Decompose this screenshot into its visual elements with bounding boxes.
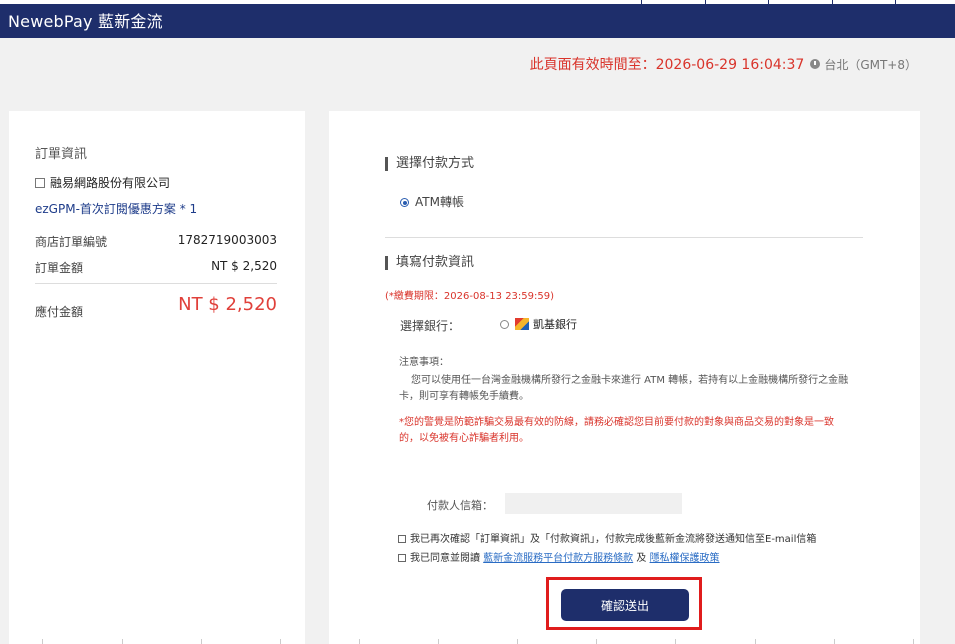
payment-method-title: 選擇付款方式 [385,157,474,171]
terms-link[interactable]: 藍新金流服務平台付款方服務條款 [483,553,633,564]
clock-icon [810,59,821,69]
payer-email-label: 付款人信箱： [427,499,493,512]
divider [35,283,277,284]
bottom-edge [0,639,955,644]
notes-title: 注意事項： [399,357,449,368]
confirm-info-checkbox[interactable] [398,535,406,543]
bank-option-kgi[interactable]: 凱基銀行 [500,316,577,332]
session-timer: 此頁面有效時間至：2026-06-29 16:04:37 台北（GMT+8） [530,54,917,74]
order-number-label: 商店訂單編號 [35,235,108,249]
radio-selected[interactable] [400,198,409,207]
order-number-value: 1782719003003 [177,233,277,247]
order-info-panel: 訂單資訊 融易網路股份有限公司 ezGPM-首次訂閱優惠方案 * 1 商店訂單編… [9,111,305,644]
agree-terms-checkbox-row[interactable]: 我已同意並閱讀 藍新金流服務平台付款方服務條款 及 隱私權保護政策 [398,549,720,564]
radio-unselected[interactable] [500,320,509,329]
payment-info-title: 填寫付款資訊 [385,256,474,270]
bank-select-label: 選擇銀行： [400,319,461,333]
payer-email-input[interactable] [505,493,682,514]
order-amount-label: 訂單金額 [35,261,84,275]
confirm-info-checkbox-row[interactable]: 我已再次確認「訂單資訊」及「付款資訊」，付款完成後藍新金流將發送通知信至E-ma… [398,530,816,545]
notes-line-1: 您可以使用任一台灣金融機構所發行之金融卡來進行 ATM 轉帳，若持有以上金融機構… [411,375,849,386]
notes-line-2: 卡，則可享有轉帳免手續費。 [399,391,529,402]
kgi-bank-logo-icon [515,318,529,330]
timezone-label: 台北（GMT+8） [824,58,917,72]
agree-terms-checkbox[interactable] [398,554,406,562]
total-amount-value: NT $ 2,520 [178,294,277,315]
submit-button[interactable]: 確認送出 [561,589,689,621]
divider [385,237,863,238]
total-amount-label: 應付金額 [35,305,84,319]
atm-transfer-option[interactable]: ATM轉帳 [400,193,464,210]
order-amount-value: NT $ 2,520 [211,259,277,273]
product-name: ezGPM-首次訂閱優惠方案 * 1 [35,202,198,216]
timer-text: 此頁面有效時間至：2026-06-29 16:04:37 [529,57,805,73]
top-navbar: NewebPay 藍新金流 [0,0,955,38]
payment-panel: 選擇付款方式 ATM轉帳 填寫付款資訊 (*繳費期限：2026-08-13 23… [329,111,920,644]
merchant-name: 融易網路股份有限公司 [35,174,170,191]
store-icon [35,178,45,188]
fraud-warning: *您的警覺是防範詐騙交易最有效的防線，請務必確認您目前要付款的對象與商品交易的對… [399,417,834,444]
privacy-link[interactable]: 隱私權保護政策 [650,553,720,564]
payment-deadline: (*繳費期限：2026-08-13 23:59:59) [385,291,555,302]
newebpay-logo[interactable]: NewebPay 藍新金流 [8,8,163,32]
order-info-title: 訂單資訊 [35,147,88,162]
topbar-edge [0,0,955,4]
